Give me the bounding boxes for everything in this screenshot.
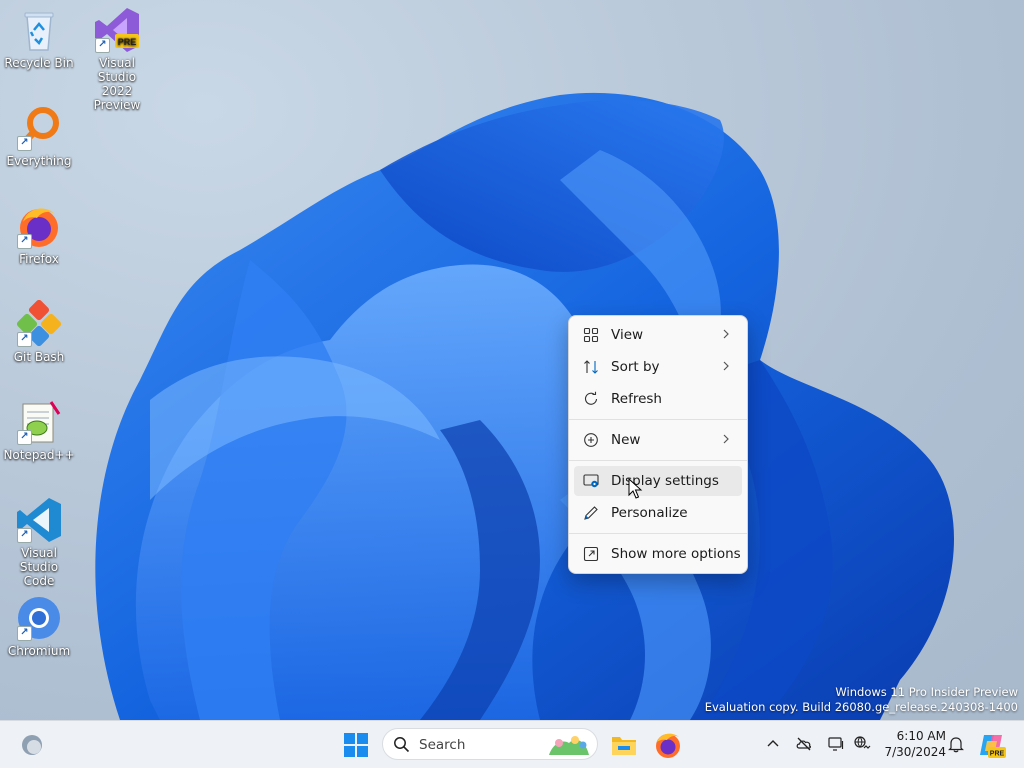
taskbar: Search 6:10 AM 7/30/2024 PRE [0, 720, 1024, 768]
menu-item-display-settings[interactable]: Display settings [574, 466, 742, 496]
plus-circle-icon [584, 433, 598, 447]
svg-text:PRE: PRE [118, 37, 137, 47]
clock-date: 7/30/2024 [884, 745, 946, 759]
shortcut-arrow-icon: ↗ [17, 136, 32, 151]
recycle-bin-icon [24, 12, 54, 51]
search-icon [394, 737, 410, 753]
menu-item-refresh[interactable]: Refresh [574, 384, 742, 414]
refresh-icon [584, 391, 598, 405]
firefox-taskbar-button[interactable] [652, 729, 684, 761]
mouse-pointer-icon [628, 478, 643, 499]
desktop-icon-chromium[interactable]: ↗ Chromium [1, 594, 77, 658]
menu-item-view[interactable]: View [574, 320, 742, 350]
sort-arrows-icon [584, 360, 598, 374]
menu-separator [569, 460, 747, 461]
shortcut-arrow-icon: ↗ [95, 38, 110, 53]
svg-text:PRE: PRE [990, 751, 1005, 758]
watermark-line-build: Evaluation copy. Build 26080.ge_release.… [704, 700, 1018, 714]
menu-item-new[interactable]: New [574, 425, 742, 455]
grid-view-icon [583, 327, 599, 343]
notifications-button[interactable] [947, 735, 965, 753]
shortcut-arrow-icon: ↗ [17, 430, 32, 445]
desktop-icon-notepad-plus-plus[interactable]: ↗ Notepad++ [1, 398, 77, 462]
share-window-icon [583, 546, 599, 562]
search-highlight-icon [549, 736, 589, 755]
windows-logo-icon [344, 733, 368, 757]
desktop-icon-recycle-bin[interactable]: Recycle Bin [1, 6, 77, 70]
display-settings-icon [583, 474, 599, 488]
network-globe-icon [854, 736, 871, 749]
shortcut-arrow-icon: ↗ [17, 626, 32, 641]
shortcut-arrow-icon: ↗ [17, 528, 32, 543]
search-placeholder: Search [419, 737, 466, 753]
weather-widget-icon [22, 735, 42, 755]
file-explorer-button[interactable] [608, 729, 640, 761]
network-volume-button[interactable] [853, 735, 871, 753]
cloud-offline-icon [796, 737, 811, 751]
menu-separator [569, 533, 747, 534]
onedrive-status-button[interactable] [795, 735, 813, 753]
taskbar-search-box[interactable]: Search [382, 728, 598, 760]
desktop-icon-everything[interactable]: ↗ Everything [1, 104, 77, 168]
desktop[interactable]: Recycle Bin PRE ↗ Visual Studio 2022 Pre… [0, 0, 1024, 720]
display-tray-button[interactable] [827, 735, 845, 753]
desktop-icon-firefox[interactable]: ↗ Firefox [1, 202, 77, 266]
show-hidden-icons-button[interactable] [764, 735, 782, 753]
copilot-button[interactable]: PRE [978, 731, 1006, 759]
widgets-button[interactable] [16, 729, 48, 761]
desktop-icon-visual-studio-code[interactable]: ↗ Visual Studio Code [1, 496, 77, 588]
watermark-line-edition: Windows 11 Pro Insider Preview [835, 685, 1018, 699]
menu-separator [569, 419, 747, 420]
start-button[interactable] [340, 729, 372, 761]
folder-icon [612, 737, 636, 755]
taskbar-clock[interactable]: 6:10 AM 7/30/2024 [874, 728, 946, 760]
pen-icon [584, 506, 598, 520]
desktop-context-menu: View Sort by Refresh New Display setting… [568, 315, 748, 574]
menu-item-show-more-options[interactable]: Show more options [574, 539, 742, 569]
chevron-right-icon [723, 361, 729, 371]
menu-item-sort-by[interactable]: Sort by [574, 352, 742, 382]
copilot-icon: PRE [980, 735, 1006, 758]
chevron-up-icon [767, 740, 779, 747]
shortcut-arrow-icon: ↗ [17, 234, 32, 249]
clock-time: 6:10 AM [896, 729, 946, 743]
desktop-icon-git-bash[interactable]: ↗ Git Bash [1, 300, 77, 364]
chevron-right-icon [723, 329, 729, 339]
menu-item-personalize[interactable]: Personalize [574, 498, 742, 528]
desktop-icon-visual-studio-2022-preview[interactable]: PRE ↗ Visual Studio 2022 Preview [79, 6, 155, 112]
evaluation-watermark: Windows 11 Pro Insider Preview Evaluatio… [705, 685, 1018, 715]
firefox-icon [656, 733, 680, 758]
bell-icon [948, 737, 964, 753]
chevron-right-icon [723, 434, 729, 444]
shortcut-arrow-icon: ↗ [17, 332, 32, 347]
monitor-icon [828, 737, 844, 751]
